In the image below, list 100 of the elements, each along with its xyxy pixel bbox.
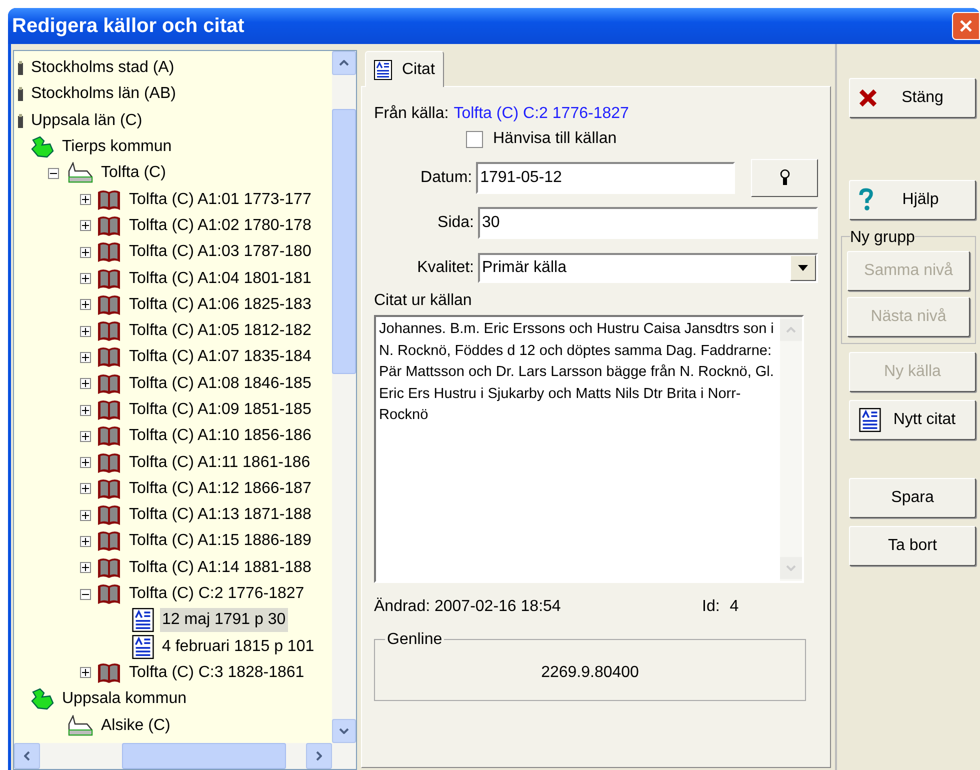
page-label: Sida: bbox=[436, 213, 474, 233]
tree-item[interactable]: Tolfta (C) A1:01 1773-177 bbox=[127, 188, 314, 212]
close-icon bbox=[960, 20, 972, 32]
book-icon bbox=[97, 452, 121, 474]
tree-item[interactable]: Tolfta (C) A1:13 1871-188 bbox=[127, 503, 314, 528]
action-button[interactable]: Spara bbox=[849, 478, 976, 518]
quality-label: Kvalitet: bbox=[416, 258, 474, 278]
date-field[interactable]: 1791-05-12 bbox=[476, 162, 736, 194]
source-link[interactable]: Tolfta (C) C:2 1776-1827 bbox=[454, 102, 629, 126]
book-icon bbox=[97, 294, 121, 316]
expand-icon[interactable] bbox=[80, 536, 91, 547]
book-icon bbox=[97, 504, 121, 526]
book-icon bbox=[97, 346, 121, 368]
tree-item[interactable]: Stockholms län (AB) bbox=[29, 82, 178, 106]
book-icon bbox=[97, 425, 121, 448]
book-icon bbox=[97, 241, 121, 264]
book-icon bbox=[97, 188, 121, 211]
expand-icon[interactable] bbox=[80, 220, 91, 232]
tree-item[interactable]: Tolfta (C) A1:09 1851-185 bbox=[127, 398, 314, 422]
tree-item[interactable]: Tolfta (C) A1:12 1866-187 bbox=[127, 476, 314, 501]
scroll-right-icon[interactable] bbox=[316, 751, 322, 761]
book-icon bbox=[97, 320, 121, 342]
tree-item[interactable]: Stockholms stad (A) bbox=[29, 56, 176, 80]
book-icon bbox=[97, 372, 121, 395]
scroll-left-icon[interactable] bbox=[24, 751, 30, 761]
collapse-icon[interactable] bbox=[48, 168, 59, 179]
scroll-up-icon[interactable] bbox=[339, 60, 349, 66]
help-button[interactable]: Hjälp bbox=[849, 180, 976, 220]
expand-icon[interactable] bbox=[80, 246, 91, 258]
vertical-scrollbar[interactable] bbox=[332, 51, 356, 743]
collapse-icon[interactable] bbox=[80, 588, 91, 600]
close-button[interactable] bbox=[952, 12, 980, 40]
tree-item[interactable]: Uppsala län (C) bbox=[29, 108, 144, 133]
expand-icon[interactable] bbox=[80, 326, 91, 337]
page-field[interactable]: 30 bbox=[478, 207, 818, 239]
book-icon bbox=[97, 556, 121, 579]
action-button[interactable]: Ta bort bbox=[849, 526, 976, 566]
action-button[interactable]: Nytt citat bbox=[849, 400, 976, 440]
map-icon bbox=[30, 688, 54, 710]
expand-icon[interactable] bbox=[80, 194, 91, 206]
checkbox[interactable] bbox=[466, 130, 483, 148]
changed-timestamp: Ändrad: 2007-02-16 18:54 bbox=[374, 596, 562, 617]
tree-item[interactable]: 4 februari 1815 p 101 bbox=[160, 634, 316, 659]
close-dialog-button[interactable]: Stäng bbox=[849, 78, 976, 118]
source-label: Från källa: bbox=[374, 104, 449, 124]
tree-item[interactable]: Tolfta (C) A1:02 1780-178 bbox=[127, 214, 314, 238]
tree-item[interactable]: Alsike (C) bbox=[99, 714, 172, 738]
document-icon bbox=[858, 408, 882, 432]
book-icon bbox=[97, 530, 121, 552]
expand-icon[interactable] bbox=[80, 457, 91, 468]
tree-item[interactable]: Tolfta (C) A1:04 1801-181 bbox=[127, 266, 314, 291]
id-label: Id: bbox=[702, 597, 720, 617]
date-label: Datum: bbox=[420, 168, 472, 188]
tree-item[interactable]: Tolfta (C) A1:06 1825-183 bbox=[127, 292, 314, 317]
tree-item[interactable]: Uppsala kommun bbox=[60, 687, 188, 712]
expand-icon[interactable] bbox=[80, 273, 91, 284]
book-icon bbox=[97, 399, 121, 421]
quality-dropdown[interactable]: Primär källa bbox=[478, 253, 818, 283]
expand-icon[interactable] bbox=[80, 430, 91, 442]
tag-icon bbox=[18, 114, 23, 128]
tag-icon bbox=[18, 61, 23, 76]
tree-item[interactable]: Tolfta (C) A1:08 1846-185 bbox=[127, 372, 314, 396]
expand-icon[interactable] bbox=[80, 510, 91, 521]
expand-icon[interactable] bbox=[80, 483, 91, 494]
tree-item[interactable]: Tolfta (C) C:2 1776-1827 bbox=[127, 582, 306, 606]
book-icon bbox=[97, 583, 121, 606]
expand-icon[interactable] bbox=[80, 562, 91, 574]
tag-icon bbox=[18, 87, 23, 102]
tree-item[interactable]: Tolfta (C) A1:14 1881-188 bbox=[127, 556, 314, 580]
document-icon bbox=[374, 60, 392, 80]
tree-item[interactable]: Tierps kommun bbox=[60, 135, 174, 160]
genline-value: 2269.9.80400 bbox=[541, 663, 639, 683]
tree-item[interactable]: Tolfta (C) A1:03 1787-180 bbox=[127, 240, 314, 264]
book-icon bbox=[97, 662, 121, 684]
tree-item[interactable]: Tolfta (C) A1:10 1856-186 bbox=[127, 424, 314, 448]
tree-item[interactable]: Tolfta (C) A1:07 1835-184 bbox=[127, 345, 314, 370]
help-icon bbox=[858, 188, 874, 212]
tree-item[interactable]: Tolfta (C) A1:11 1861-186 bbox=[127, 450, 312, 475]
document-icon bbox=[132, 634, 154, 659]
tab[interactable]: Citat bbox=[365, 51, 444, 87]
book-icon bbox=[97, 478, 121, 500]
expand-icon[interactable] bbox=[80, 378, 91, 390]
tree-item[interactable]: Tolfta (C) A1:05 1812-182 bbox=[127, 319, 314, 344]
tree-item[interactable]: Tolfta (C) bbox=[99, 161, 168, 186]
book-icon bbox=[97, 214, 121, 237]
tree-item[interactable]: Tolfta (C) C:3 1828-1861 bbox=[127, 660, 306, 685]
id-value: 4 bbox=[730, 597, 739, 617]
document-icon bbox=[132, 608, 154, 632]
expand-icon[interactable] bbox=[80, 404, 91, 416]
expand-icon[interactable] bbox=[80, 299, 91, 310]
tree-item[interactable]: 12 maj 1791 p 30 bbox=[160, 608, 288, 632]
horizontal-scrollbar[interactable] bbox=[14, 743, 356, 769]
book-icon bbox=[97, 268, 121, 290]
window-title: Redigera källor och citat bbox=[12, 14, 244, 39]
scroll-down-icon[interactable] bbox=[339, 728, 349, 734]
checkbox-label: Hänvisa till källan bbox=[493, 129, 617, 149]
tree-item[interactable]: Tolfta (C) A1:15 1886-189 bbox=[127, 529, 314, 554]
expand-icon[interactable] bbox=[80, 667, 91, 678]
close-icon bbox=[858, 88, 878, 108]
expand-icon[interactable] bbox=[80, 352, 91, 363]
